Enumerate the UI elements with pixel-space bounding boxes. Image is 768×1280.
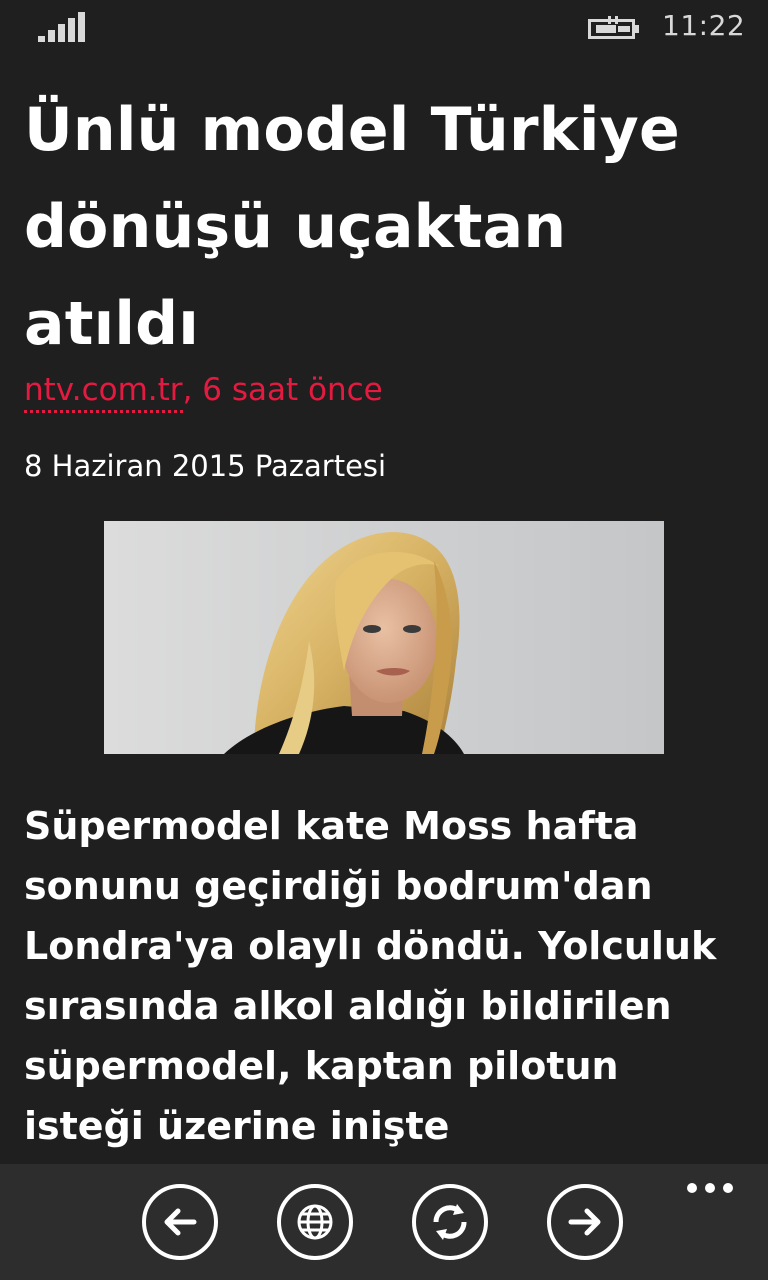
battery-charging-icon [588, 16, 639, 39]
signal-strength-icon [38, 12, 85, 42]
back-button[interactable] [142, 1184, 218, 1260]
globe-icon [297, 1204, 333, 1240]
article-header: Ünlü model Türkiye dönüşü uçaktan atıldı [24, 82, 744, 373]
article-photo [104, 521, 664, 754]
status-bar: 11:22 [0, 0, 768, 56]
published-ago: 6 saat önce [202, 372, 383, 408]
article-body: Süpermodel kate Moss hafta sonunu geçird… [24, 804, 717, 1148]
article-source-line: ntv.com.tr, 6 saat önce [24, 372, 383, 413]
browser-button[interactable] [277, 1184, 353, 1260]
refresh-icon [433, 1204, 467, 1240]
source-separator: , [182, 372, 203, 408]
forward-button[interactable] [547, 1184, 623, 1260]
status-time: 11:22 [662, 9, 746, 42]
article-title: Ünlü model Türkiye dönüşü uçaktan atıldı [24, 95, 680, 359]
forward-arrow-icon [568, 1208, 601, 1236]
refresh-button[interactable] [412, 1184, 488, 1260]
more-dots-icon[interactable] [684, 1178, 736, 1198]
app-bar [0, 1164, 768, 1280]
source-link[interactable]: ntv.com.tr [24, 372, 183, 413]
back-arrow-icon [164, 1208, 197, 1236]
article-date: 8 Haziran 2015 Pazartesi [24, 449, 387, 483]
